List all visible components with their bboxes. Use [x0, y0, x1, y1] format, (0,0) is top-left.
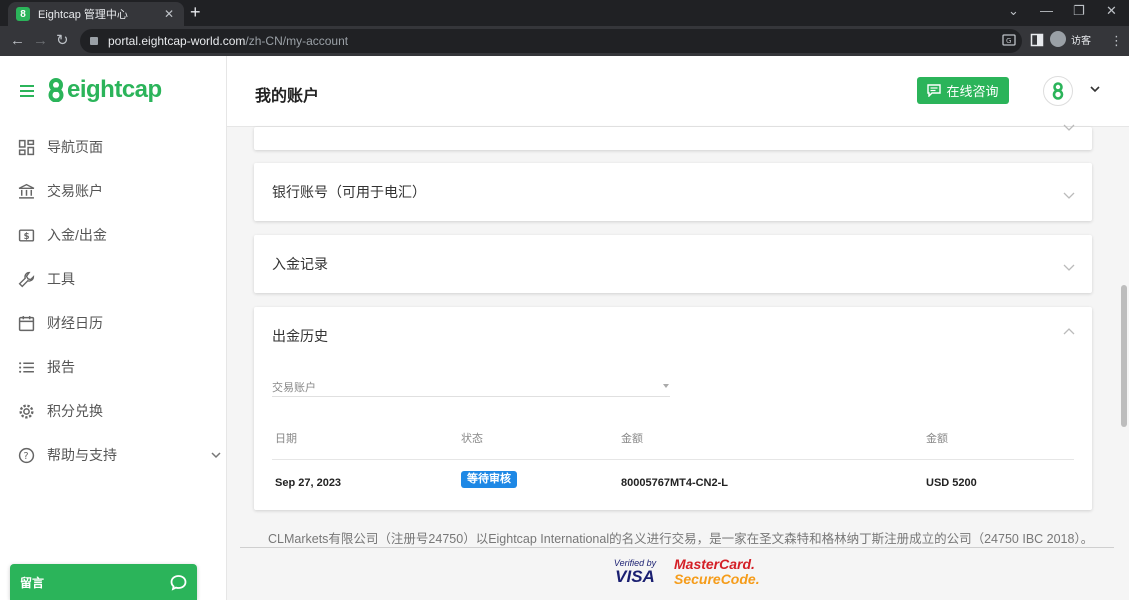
- verified-by-visa-logo: Verified by VISA: [608, 558, 662, 585]
- footer-divider: [240, 547, 1114, 548]
- card-title: 银行账号（可用于电汇）: [272, 184, 426, 200]
- browser-menu-icon[interactable]: ⋮: [1110, 33, 1123, 49]
- mastercard-securecode-logo: MasterCard. SecureCode.: [674, 557, 760, 587]
- avatar[interactable]: [1043, 76, 1073, 106]
- side-panel-icon[interactable]: [1030, 33, 1044, 47]
- sidebar: eightcap 导航页面 交易账户 $ 入金/出金 工具 财经日历 报告 积分…: [0, 56, 227, 600]
- hamburger-menu-icon[interactable]: [20, 85, 34, 97]
- reload-icon[interactable]: ↻: [56, 32, 69, 50]
- browser-tab-bar: 8 Eightcap 管理中心 ✕ + ⌄ — ❐ ✕: [0, 0, 1129, 26]
- translate-icon[interactable]: G: [1002, 33, 1016, 47]
- url-path: /zh-CN/my-account: [245, 34, 349, 48]
- lock-icon: [90, 37, 98, 45]
- maximize-icon[interactable]: ❐: [1073, 3, 1085, 19]
- browser-tab[interactable]: 8 Eightcap 管理中心 ✕: [8, 2, 184, 26]
- profile-button[interactable]: 访客: [1050, 31, 1091, 47]
- minimize-icon[interactable]: —: [1040, 3, 1053, 18]
- sidebar-item-points[interactable]: 积分兑换: [18, 399, 103, 423]
- sidebar-item-label: 导航页面: [47, 139, 103, 155]
- mastercard-logo-bottom: SecureCode.: [674, 571, 760, 587]
- window-close-icon[interactable]: ✕: [1106, 3, 1117, 19]
- bank-account-card[interactable]: 银行账号（可用于电汇）: [254, 163, 1092, 221]
- eightcap-logo[interactable]: eightcap: [46, 76, 162, 104]
- svg-text:?: ?: [24, 451, 29, 462]
- profile-label: 访客: [1071, 35, 1091, 47]
- column-header-account: 金额: [621, 433, 643, 445]
- sidebar-item-deposit-withdraw[interactable]: $ 入金/出金: [18, 223, 107, 247]
- logo-mark-icon: [48, 78, 64, 102]
- collapsed-card-top[interactable]: [254, 124, 1092, 150]
- chevron-down-icon: [1063, 192, 1075, 199]
- logo-text: eightcap: [67, 76, 162, 103]
- sidebar-item-label: 工具: [47, 271, 75, 287]
- card-title[interactable]: 出金历史: [272, 326, 328, 346]
- sidebar-item-label: 入金/出金: [47, 227, 107, 243]
- row-account: 80005767MT4-CN2-L: [621, 477, 728, 489]
- sidebar-item-label: 报告: [47, 359, 75, 375]
- deposit-records-card[interactable]: 入金记录: [254, 235, 1092, 293]
- page-title: 我的账户: [255, 88, 320, 105]
- status-badge: 等待审核: [461, 471, 517, 488]
- list-icon: [19, 361, 34, 373]
- address-bar[interactable]: portal.eightcap-world.com /zh-CN/my-acco…: [80, 29, 1022, 53]
- sidebar-item-reports[interactable]: 报告: [18, 355, 75, 379]
- chat-icon: [170, 574, 187, 591]
- tab-close-icon[interactable]: ✕: [162, 7, 176, 21]
- trading-account-select[interactable]: [272, 396, 670, 397]
- new-tab-icon[interactable]: +: [190, 3, 201, 21]
- mastercard-logo-top: MasterCard.: [674, 556, 755, 572]
- url-host: portal.eightcap-world.com: [108, 34, 246, 48]
- svg-text:G: G: [1006, 37, 1011, 45]
- tab-title: Eightcap 管理中心: [38, 9, 128, 21]
- chevron-down-icon: [211, 452, 221, 459]
- message-label: 留言: [20, 575, 45, 590]
- row-date: Sep 27, 2023: [275, 477, 342, 489]
- column-header-amount: 金额: [926, 433, 948, 445]
- forward-icon[interactable]: →: [33, 32, 48, 50]
- select-caret-icon[interactable]: [663, 384, 669, 388]
- svg-text:$: $: [24, 232, 30, 242]
- row-amount: USD 5200: [926, 477, 977, 489]
- page-header: 我的账户 在线咨询: [227, 56, 1129, 127]
- sidebar-item-label: 财经日历: [47, 315, 103, 331]
- trading-account-select-label[interactable]: 交易账户: [272, 379, 316, 395]
- sidebar-item-tools[interactable]: 工具: [18, 267, 75, 291]
- dashboard-icon: [18, 139, 35, 155]
- bank-icon: [18, 183, 35, 199]
- help-icon: ?: [18, 447, 35, 463]
- sidebar-item-calendar[interactable]: 财经日历: [18, 311, 103, 335]
- table-divider: [272, 459, 1074, 460]
- avatar-logo-icon: [1052, 82, 1064, 100]
- column-header-date: 日期: [275, 433, 297, 445]
- column-header-status: 状态: [461, 433, 483, 445]
- profile-avatar-icon: [1050, 31, 1066, 47]
- account-menu-chevron-icon[interactable]: [1089, 85, 1101, 93]
- calendar-icon: [18, 315, 35, 331]
- message-button[interactable]: 留言: [10, 564, 197, 600]
- sidebar-item-label: 交易账户: [47, 183, 103, 199]
- tab-favicon: 8: [16, 7, 30, 21]
- sidebar-item-trading-accounts[interactable]: 交易账户: [18, 179, 103, 203]
- gear-icon: [19, 403, 34, 419]
- browser-toolbar: ← → ↻ portal.eightcap-world.com /zh-CN/m…: [0, 26, 1129, 56]
- online-consult-button[interactable]: 在线咨询: [917, 77, 1009, 104]
- sidebar-item-help[interactable]: ? 帮助与支持: [18, 443, 221, 467]
- sidebar-item-dashboard[interactable]: 导航页面: [18, 135, 103, 159]
- tab-search-icon[interactable]: ⌄: [1008, 3, 1019, 19]
- withdrawal-history-card: 出金历史 交易账户 日期 状态 金额 金额 Sep 27, 2023 等待审核 …: [254, 307, 1092, 510]
- page-scrollbar[interactable]: [1121, 285, 1127, 427]
- footer-disclaimer: CLMarkets有限公司（注册号24750）以Eightcap Interna…: [268, 532, 1094, 546]
- consult-label: 在线咨询: [946, 84, 999, 99]
- chat-bubble-icon: [927, 84, 942, 97]
- chevron-down-icon: [1063, 264, 1075, 271]
- sidebar-item-label: 积分兑换: [47, 403, 103, 419]
- wrench-icon: [18, 271, 35, 287]
- chevron-up-icon[interactable]: [1062, 327, 1076, 336]
- back-icon[interactable]: ←: [10, 32, 25, 50]
- card-title: 入金记录: [272, 256, 328, 272]
- dollar-icon: $: [18, 228, 35, 242]
- chevron-down-icon: [1063, 124, 1075, 131]
- sidebar-item-label: 帮助与支持: [47, 447, 117, 463]
- visa-logo-bottom: VISA: [615, 567, 655, 586]
